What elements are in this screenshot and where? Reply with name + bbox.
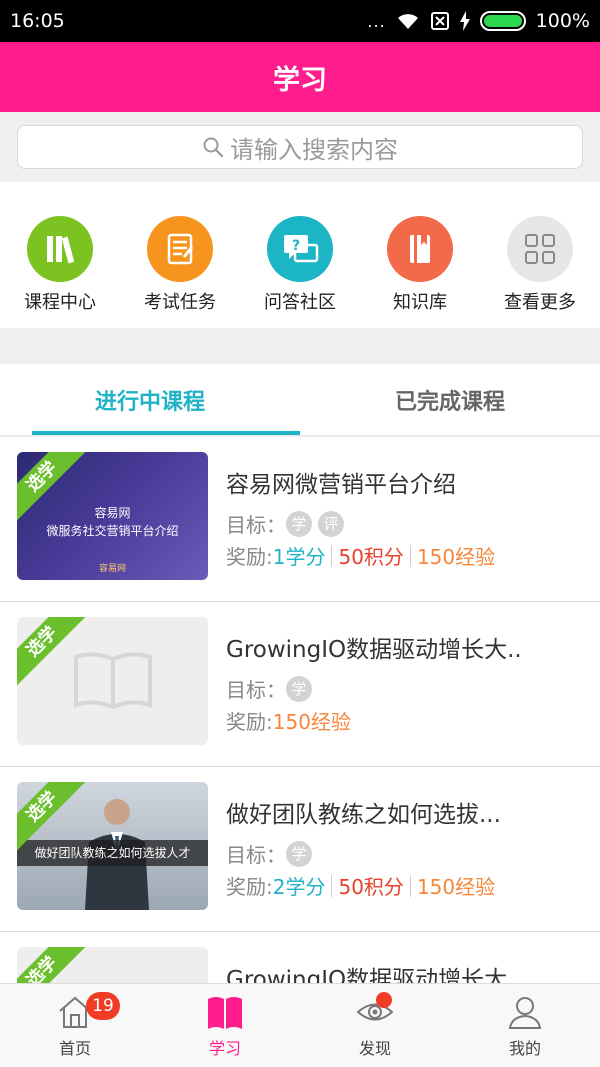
books-icon — [27, 216, 93, 282]
checklist-icon — [147, 216, 213, 282]
search-bar: 请输入搜索内容 — [0, 112, 600, 182]
tab-completed[interactable]: 已完成课程 — [300, 364, 600, 435]
reward-label: 奖励: — [226, 710, 273, 734]
bottom-nav-label: 我的 — [508, 1038, 541, 1058]
bottom-nav-discover[interactable]: 发现 — [300, 984, 450, 1067]
reward-exp: 150经验 — [416, 875, 496, 899]
status-time: 16:05 — [10, 10, 65, 32]
quick-nav-label: 查看更多 — [504, 292, 576, 313]
course-target: 目标： 学 — [226, 839, 318, 868]
search-icon — [203, 137, 224, 158]
course-tabs: 进行中课程 已完成课程 — [0, 364, 600, 436]
bottom-nav-label: 首页 — [58, 1038, 91, 1058]
bottom-nav-mine[interactable]: 我的 — [450, 984, 600, 1067]
quick-nav-more[interactable]: 查看更多 — [485, 216, 595, 328]
bottom-nav-study[interactable]: 学习 — [150, 984, 300, 1067]
target-label: 目标： — [226, 513, 286, 537]
course-list: 容易网 微服务社交营销平台介绍 容易网 选学 容易网微营销平台介绍 目标： 学 … — [0, 437, 600, 983]
course-title: GrowingIO数据驱动增长大.. — [226, 967, 522, 983]
status-icons: ... 100% — [367, 10, 590, 32]
qa-icon: ? — [267, 216, 333, 282]
quick-nav: 课程中心 考试任务 ? 问答社区 知识库 查看更多 — [0, 182, 600, 328]
course-item[interactable]: 容易网 微服务社交营销平台介绍 容易网 选学 容易网微营销平台介绍 目标： 学 … — [0, 437, 600, 602]
battery-percent: 100% — [535, 10, 590, 32]
course-thumbnail: 选学 — [17, 617, 208, 745]
reward-points: 50积分 — [338, 545, 404, 569]
sim-icon — [430, 12, 449, 30]
course-title: 容易网微营销平台介绍 — [226, 472, 456, 498]
reward-credit: 2学分 — [272, 875, 326, 899]
page-title: 学习 — [273, 64, 327, 96]
divider — [331, 874, 333, 897]
elective-ribbon: 选学 — [17, 947, 91, 983]
book-placeholder-icon — [74, 652, 152, 710]
course-reward: 奖励: 1学分 50积分 150经验 — [226, 541, 495, 570]
reward-points: 50积分 — [338, 875, 404, 899]
battery-icon — [479, 11, 526, 31]
quick-nav-qa-community[interactable]: ? 问答社区 — [245, 216, 355, 328]
grid-icon — [507, 216, 573, 282]
bottom-nav-label: 发现 — [358, 1038, 391, 1058]
target-label: 目标： — [226, 678, 286, 702]
quick-nav-exam-tasks[interactable]: 考试任务 — [125, 216, 235, 328]
quick-nav-knowledge-base[interactable]: 知识库 — [365, 216, 475, 328]
tag-evaluate: 评 — [318, 510, 344, 537]
more-dots-icon: ... — [367, 11, 386, 31]
search-placeholder: 请输入搜索内容 — [230, 135, 398, 164]
status-bar: 16:05 ... 100% — [0, 0, 600, 42]
tag-learn: 学 — [286, 840, 312, 867]
charging-icon — [459, 11, 470, 31]
quick-nav-label: 问答社区 — [264, 292, 336, 313]
divider — [331, 544, 333, 567]
quick-nav-course-center[interactable]: 课程中心 — [5, 216, 115, 328]
reward-exp: 150经验 — [272, 710, 351, 734]
bottom-nav-label: 学习 — [208, 1038, 241, 1058]
course-thumbnail: 选学 — [17, 947, 208, 983]
quick-nav-label: 课程中心 — [24, 292, 96, 313]
discover-notification-dot — [376, 992, 392, 1008]
search-input[interactable]: 请输入搜索内容 — [17, 125, 583, 169]
reward-credit: 1学分 — [272, 545, 326, 569]
book-icon — [387, 216, 453, 282]
course-target: 目标： 学 — [226, 674, 318, 703]
thumb-subtitle: 微服务社交营销平台介绍 — [46, 524, 179, 538]
bottom-nav-home[interactable]: 19 首页 — [0, 984, 150, 1067]
course-item[interactable]: 做好团队教练之如何选拔人才 选学 做好团队教练之如何选拔... 目标： 学 奖励… — [0, 767, 600, 932]
thumb-logo-text: 容易网 — [98, 564, 126, 574]
target-label: 目标： — [226, 843, 286, 867]
course-reward: 奖励: 150经验 — [226, 706, 351, 735]
tag-learn: 学 — [286, 510, 312, 537]
bottom-nav: 19 首页 学习 发现 我的 — [0, 983, 600, 1067]
open-book-icon — [208, 996, 242, 1029]
reward-label: 奖励: — [226, 545, 273, 569]
reward-label: 奖励: — [226, 875, 273, 899]
course-title: GrowingIO数据驱动增长大.. — [226, 637, 522, 663]
thumb-title: 容易网 — [94, 506, 131, 520]
quick-nav-label: 知识库 — [393, 292, 447, 313]
course-item[interactable]: 选学 GrowingIO数据驱动增长大.. 目标： 学 奖励: 150经验 — [0, 602, 600, 767]
tab-in-progress[interactable]: 进行中课程 — [0, 364, 300, 435]
svg-text:?: ? — [292, 238, 300, 254]
course-title: 做好团队教练之如何选拔... — [226, 802, 501, 828]
course-thumbnail: 做好团队教练之如何选拔人才 选学 — [17, 782, 208, 910]
quick-nav-label: 考试任务 — [144, 292, 216, 313]
home-badge: 19 — [86, 992, 120, 1020]
course-reward: 奖励: 2学分 50积分 150经验 — [226, 871, 495, 900]
divider — [409, 874, 411, 897]
tag-learn: 学 — [286, 675, 312, 702]
course-target: 目标： 学 评 — [226, 509, 350, 538]
user-icon — [508, 996, 542, 1029]
thumb-title: 做好团队教练之如何选拔人才 — [17, 840, 208, 866]
reward-exp: 150经验 — [416, 545, 496, 569]
divider — [409, 544, 411, 567]
course-thumbnail: 容易网 微服务社交营销平台介绍 容易网 选学 — [17, 452, 208, 580]
app-header: 学习 — [0, 42, 600, 112]
course-item[interactable]: 选学 GrowingIO数据驱动增长大.. — [0, 932, 600, 983]
wifi-icon — [397, 14, 418, 29]
